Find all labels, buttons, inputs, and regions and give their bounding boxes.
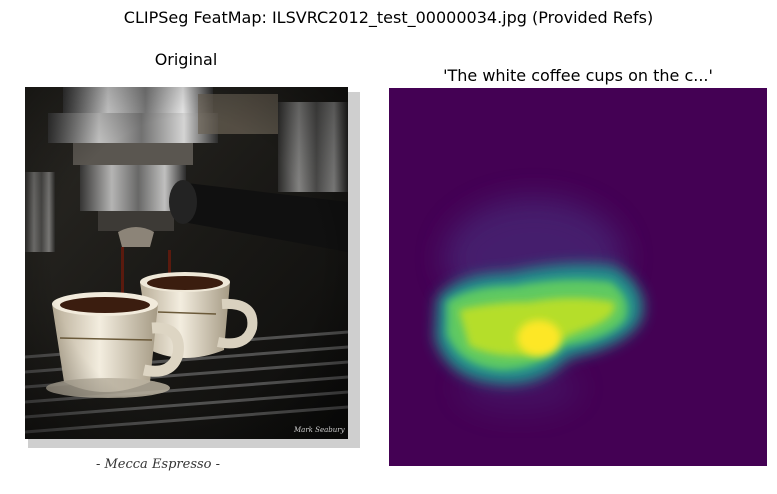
heatmap-peak: [517, 320, 561, 356]
original-panel-title: Original: [154, 50, 218, 69]
figure-suptitle: CLIPSeg FeatMap: ILSVRC2012_test_0000003…: [123, 8, 654, 27]
original-image: Mark Seabury - Mecca Espresso -: [18, 82, 360, 488]
featmap-panel-title: 'The white coffee cups on the c...': [443, 66, 713, 85]
photo-caption: - Mecca Espresso -: [96, 457, 220, 472]
photo-signature: Mark Seabury: [293, 426, 346, 434]
feature-heatmap: [389, 88, 767, 466]
